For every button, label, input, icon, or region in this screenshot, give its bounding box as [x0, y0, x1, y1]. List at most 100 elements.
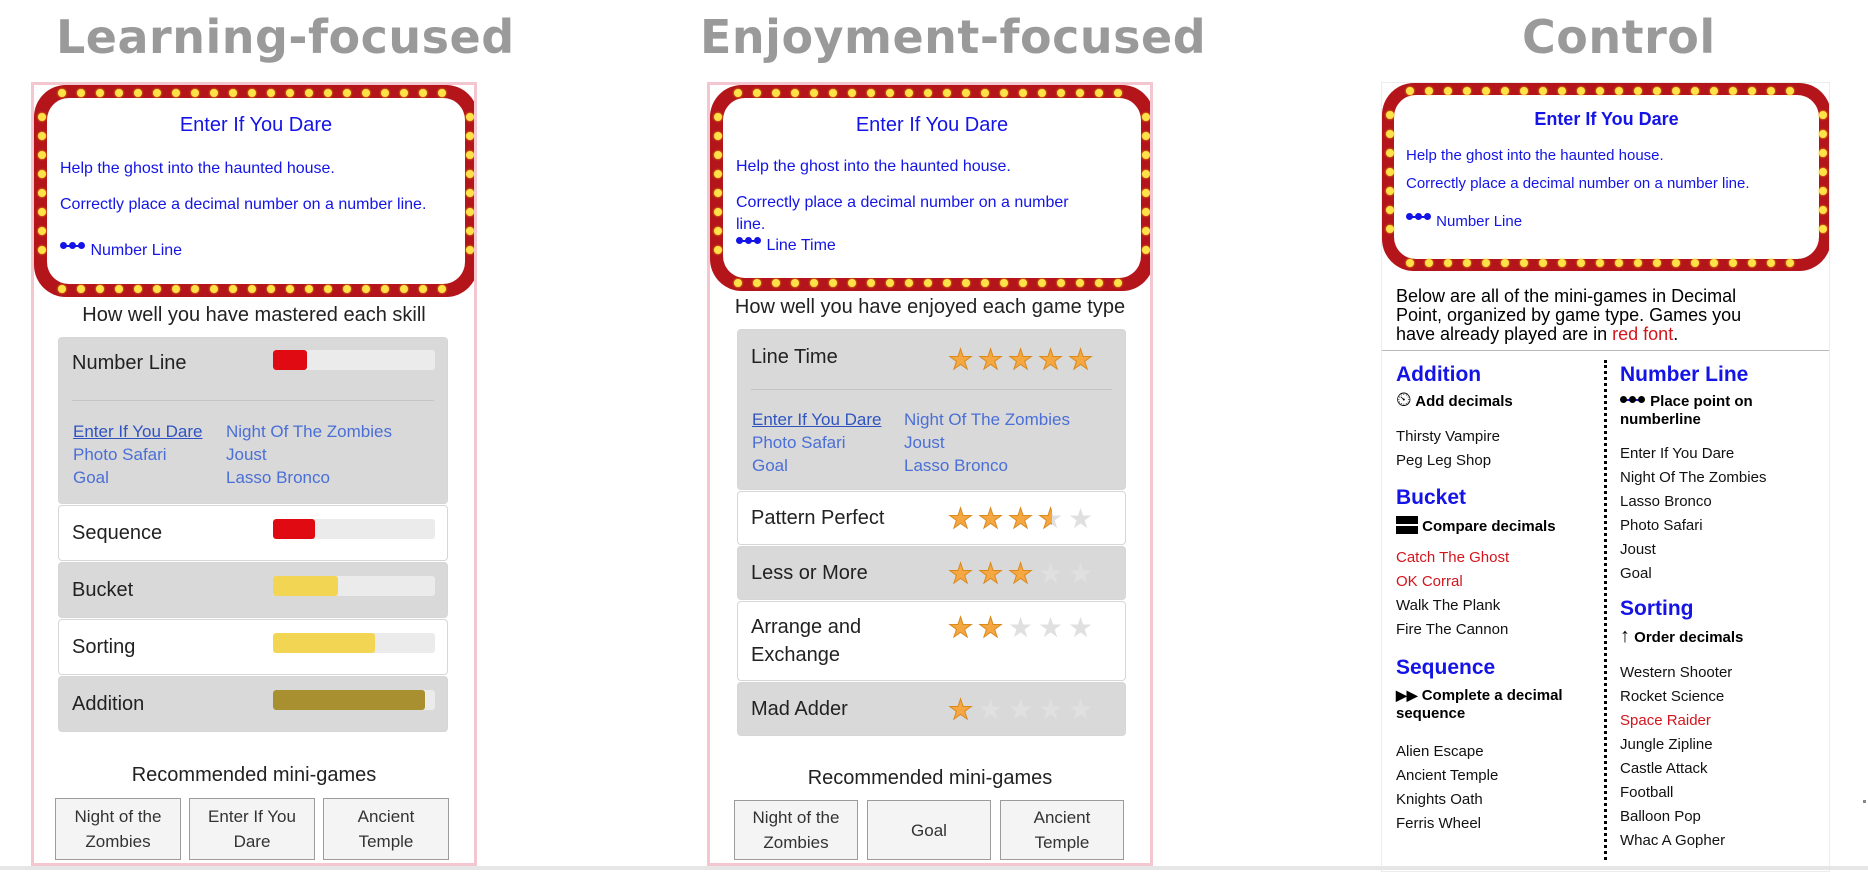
star-icon: ★★	[1038, 343, 1064, 376]
type-row-mad-adder[interactable]: Mad Adder ★ ★ ★ ★ ★ ★	[737, 682, 1126, 736]
fast-forward-icon: ▶▶	[1396, 687, 1418, 703]
add-timer-icon: ⏲	[1396, 389, 1412, 411]
marquee-bulb	[1672, 87, 1680, 95]
category-number-line: Number Line	[1620, 363, 1749, 386]
skill-row-bucket[interactable]: Bucket	[58, 562, 448, 618]
game-alien-escape[interactable]: Alien Escape	[1396, 743, 1484, 760]
marquee-bulb	[1057, 89, 1065, 97]
mastery-bar	[273, 576, 435, 596]
marquee-bulb	[981, 89, 989, 97]
game-jungle-zipline[interactable]: Jungle Zipline	[1620, 736, 1713, 753]
game-link-enter-if-you-dare[interactable]: Enter If You Dare	[73, 422, 202, 442]
marquee-title: Enter If You Dare	[855, 114, 1009, 136]
type-label: Mad Adder	[751, 698, 848, 720]
game-ferris-wheel[interactable]: Ferris Wheel	[1396, 815, 1481, 832]
game-night-of-the-zombies[interactable]: Night Of The Zombies	[1620, 469, 1766, 486]
marquee-bulb	[1634, 87, 1642, 95]
game-thirsty-vampire[interactable]: Thirsty Vampire	[1396, 428, 1500, 445]
game-fire-the-cannon[interactable]: Fire The Cannon	[1396, 621, 1508, 638]
game-western-shooter[interactable]: Western Shooter	[1620, 664, 1732, 681]
game-castle-attack[interactable]: Castle Attack	[1620, 760, 1708, 777]
game-balloon-pop[interactable]: Balloon Pop	[1620, 808, 1701, 825]
game-link-joust[interactable]: Joust	[226, 445, 267, 465]
marquee-bulb	[714, 132, 722, 140]
recommended-goal-button[interactable]: Goal	[867, 800, 991, 860]
game-link-night-of-the-zombies[interactable]: Night Of The Zombies	[226, 422, 392, 442]
marquee-bulb	[153, 285, 161, 293]
marquee-bulb	[714, 227, 722, 235]
type-row-less-or-more[interactable]: Less or More ★ ★ ★ ★ ★ ★ ★ ★	[737, 546, 1126, 600]
section-divider	[1382, 350, 1829, 351]
game-catch-the-ghost[interactable]: Catch The Ghost	[1396, 549, 1509, 566]
marquee-bulb	[210, 89, 218, 97]
game-link-lasso-bronco[interactable]: Lasso Bronco	[904, 456, 1008, 476]
marquee-bulb	[1142, 113, 1150, 121]
arrow-up-icon: ↑	[1620, 625, 1630, 647]
marquee-bulb	[191, 89, 199, 97]
recommended-enter-if-you-dare-button[interactable]: Enter If You Dare	[189, 798, 315, 860]
game-link-goal[interactable]: Goal	[752, 456, 788, 476]
game-link-photo-safari[interactable]: Photo Safari	[752, 433, 846, 453]
game-link-night-of-the-zombies[interactable]: Night Of The Zombies	[904, 410, 1070, 430]
recommended-night-of-the-zombies-button[interactable]: Night of the Zombies	[55, 798, 181, 860]
marquee-bulb	[734, 89, 742, 97]
category-sorting: Sorting	[1620, 597, 1694, 620]
marquee-bulb	[1114, 279, 1122, 287]
marquee-bulb	[466, 208, 474, 216]
mastery-bar	[273, 633, 435, 653]
skill-row-sequence[interactable]: Sequence	[58, 505, 448, 561]
marquee-bulb	[1767, 87, 1775, 95]
marquee-bulb	[77, 285, 85, 293]
marquee-bulb	[1501, 87, 1509, 95]
marquee-bulb	[1653, 259, 1661, 267]
game-rocket-science[interactable]: Rocket Science	[1620, 688, 1724, 705]
game-goal[interactable]: Goal	[1620, 565, 1652, 582]
type-row-arrange-and-exchange[interactable]: Arrange and Exchange ★ ★ ★ ★ ★ ★ ★	[737, 601, 1126, 681]
game-space-raider[interactable]: Space Raider	[1620, 712, 1711, 729]
marquee-bulb	[1463, 87, 1471, 95]
marquee-bulb	[1520, 87, 1528, 95]
game-link-joust[interactable]: Joust	[904, 433, 945, 453]
skill-row-number-line[interactable]: Number Line Enter If You Dare Night Of T…	[58, 337, 448, 504]
marquee-bulb	[134, 89, 142, 97]
marquee-bulb	[1038, 89, 1046, 97]
game-enter-if-you-dare[interactable]: Enter If You Dare	[1620, 445, 1734, 462]
star-icon: ★	[1038, 693, 1064, 726]
marquee-bulb	[1114, 89, 1122, 97]
skill-row-sorting[interactable]: Sorting	[58, 619, 448, 675]
marquee-bulb	[1463, 259, 1471, 267]
marquee-bulb	[810, 279, 818, 287]
game-ok-corral[interactable]: OK Corral	[1396, 573, 1463, 590]
marquee-bulb	[962, 279, 970, 287]
marquee-bulb	[38, 170, 46, 178]
game-joust[interactable]: Joust	[1620, 541, 1656, 558]
marquee-bulb	[38, 151, 46, 159]
game-peg-leg-shop[interactable]: Peg Leg Shop	[1396, 452, 1491, 469]
game-link-enter-if-you-dare[interactable]: Enter If You Dare	[752, 410, 881, 430]
marquee-bulb	[1482, 259, 1490, 267]
recommended-ancient-temple-button[interactable]: Ancient Temple	[1000, 800, 1124, 860]
marquee-bulb	[1142, 227, 1150, 235]
marquee-bulb	[466, 170, 474, 178]
game-link-photo-safari[interactable]: Photo Safari	[73, 445, 167, 465]
skill-row-addition[interactable]: Addition	[58, 676, 448, 732]
game-knights-oath[interactable]: Knights Oath	[1396, 791, 1483, 808]
recommended-ancient-temple-button[interactable]: Ancient Temple	[323, 798, 449, 860]
game-photo-safari[interactable]: Photo Safari	[1620, 517, 1703, 534]
marquee-bulb	[1520, 259, 1528, 267]
game-link-goal[interactable]: Goal	[73, 468, 109, 488]
game-walk-the-plank[interactable]: Walk The Plank	[1396, 597, 1500, 614]
marquee-bulb	[419, 89, 427, 97]
recommended-night-of-the-zombies-button[interactable]: Night of the Zombies	[734, 800, 858, 860]
star-icon: ★	[1068, 557, 1094, 590]
marquee-bulb	[466, 227, 474, 235]
game-lasso-bronco[interactable]: Lasso Bronco	[1620, 493, 1712, 510]
game-ancient-temple[interactable]: Ancient Temple	[1396, 767, 1498, 784]
game-football[interactable]: Football	[1620, 784, 1673, 801]
type-row-line-time[interactable]: Line Time ★ ★ ★ ★ ★ ★ ★ ★ ★ ★ Enter If You Dare N…	[737, 329, 1126, 490]
star-icon: ★★	[1008, 557, 1034, 590]
type-row-pattern-perfect[interactable]: Pattern Perfect ★★★★★★★★★	[737, 491, 1126, 545]
game-whac-a-gopher[interactable]: Whac A Gopher	[1620, 832, 1725, 849]
game-link-lasso-bronco[interactable]: Lasso Bronco	[226, 468, 330, 488]
marquee-bulb	[1406, 87, 1414, 95]
